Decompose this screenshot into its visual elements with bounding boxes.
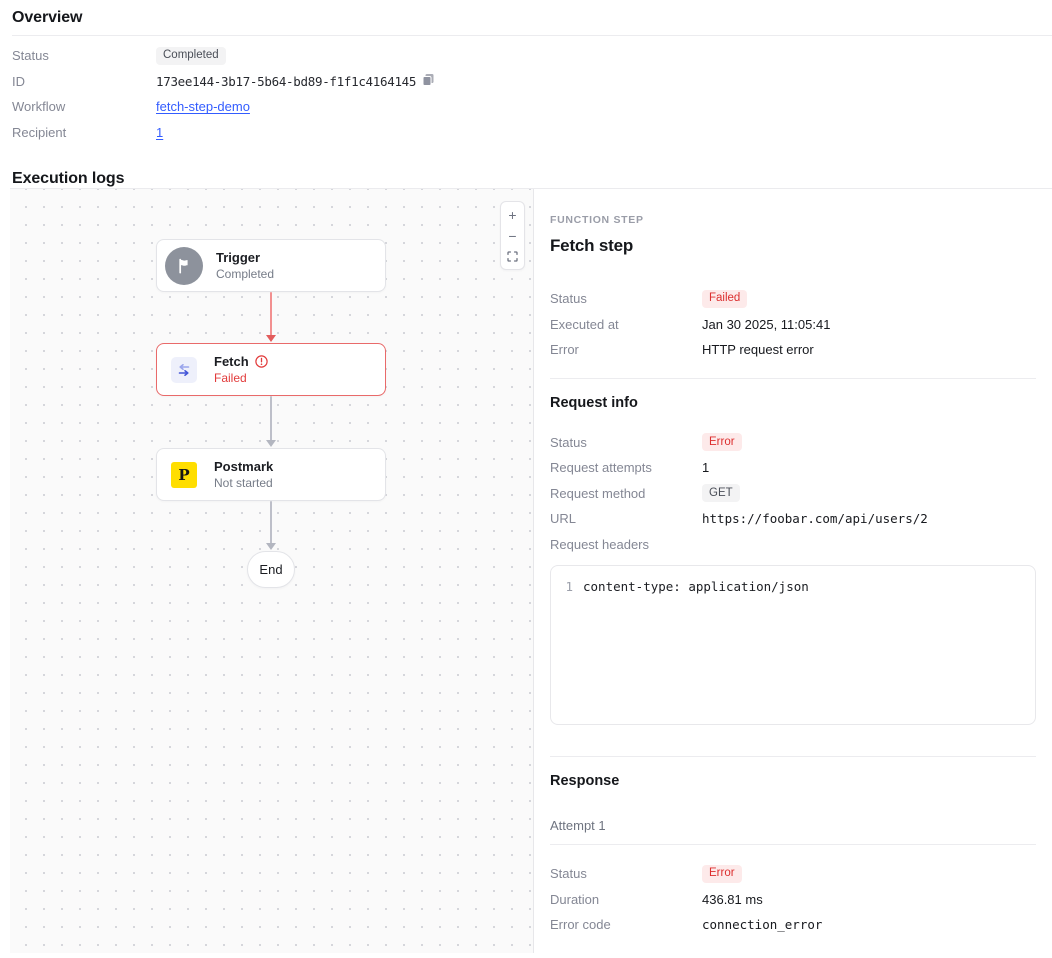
fullscreen-icon [507, 251, 518, 262]
node-postmark-title: Postmark [214, 459, 273, 475]
overview-recipient-row: Recipient 1 [12, 120, 1052, 146]
step-status-badge: Failed [702, 290, 747, 308]
code-line-number: 1 [563, 579, 573, 595]
status-label: Status [12, 48, 156, 63]
executed-at-row: Executed at Jan 30 2025, 11:05:41 [550, 312, 1036, 338]
request-headers-label: Request headers [550, 537, 702, 552]
edge-trigger-to-fetch [270, 292, 272, 342]
error-row: Error HTTP request error [550, 337, 1036, 363]
overview-divider [12, 35, 1052, 36]
zoom-in-button[interactable]: + [502, 204, 523, 225]
divider [550, 378, 1036, 379]
request-url-value: https://foobar.com/api/users/2 [702, 511, 928, 526]
response-title: Response [550, 773, 1036, 789]
overview-section: Overview Status Completed ID 173ee144-3b… [0, 0, 1052, 145]
node-end: End [247, 551, 295, 588]
error-label: Error [550, 342, 702, 357]
overview-title: Overview [12, 9, 1052, 27]
step-status-label: Status [550, 291, 702, 306]
request-attempts-row: Request attempts 1 [550, 455, 1036, 481]
attempt-label: Attempt 1 [550, 818, 1036, 845]
fit-view-button[interactable] [502, 246, 523, 267]
request-headers-row: Request headers [550, 532, 1036, 558]
id-label: ID [12, 74, 156, 89]
overview-id-row: ID 173ee144-3b17-5b64-bd89-f1f1c4164145 [12, 69, 1052, 95]
executed-at-value: Jan 30 2025, 11:05:41 [702, 317, 830, 332]
swap-arrows-icon [171, 357, 197, 383]
node-postmark[interactable]: P Postmark Not started [156, 448, 386, 501]
error-value: HTTP request error [702, 342, 814, 357]
overview-workflow-row: Workflow fetch-step-demo [12, 94, 1052, 120]
request-method-badge: GET [702, 484, 740, 502]
execution-logs-panel: Trigger Completed Fetch Failed [10, 188, 1052, 953]
execution-logs-title: Execution logs [0, 153, 1052, 188]
diagram-zoom-controls: + − [500, 201, 525, 270]
step-status-row: Status Failed [550, 286, 1036, 312]
recipient-link[interactable]: 1 [156, 125, 163, 140]
overview-status-row: Status Completed [12, 43, 1052, 69]
edge-postmark-to-end [270, 501, 272, 550]
request-url-label: URL [550, 511, 702, 526]
request-method-label: Request method [550, 486, 702, 501]
request-url-row: URL https://foobar.com/api/users/2 [550, 506, 1036, 532]
error-code-label: Error code [550, 917, 702, 932]
duration-row: Duration 436.81 ms [550, 887, 1036, 913]
copy-icon [422, 73, 435, 89]
request-method-row: Request method GET [550, 481, 1036, 507]
duration-label: Duration [550, 892, 702, 907]
step-details-panel: FUNCTION STEP Fetch step Status Failed E… [534, 189, 1052, 953]
node-fetch-title: Fetch [214, 354, 249, 370]
request-status-badge: Error [702, 433, 742, 451]
workflow-label: Workflow [12, 99, 156, 114]
workflow-link[interactable]: fetch-step-demo [156, 99, 250, 114]
request-status-label: Status [550, 435, 702, 450]
postmark-logo-icon: P [171, 462, 197, 488]
request-attempts-value: 1 [702, 460, 709, 475]
executed-at-label: Executed at [550, 317, 702, 332]
step-type-kicker: FUNCTION STEP [550, 214, 1036, 226]
node-trigger-status: Completed [216, 267, 274, 282]
request-status-row: Status Error [550, 430, 1036, 456]
flag-icon [165, 247, 203, 285]
node-trigger[interactable]: Trigger Completed [156, 239, 386, 292]
recipient-label: Recipient [12, 125, 156, 140]
response-status-row: Status Error [550, 861, 1036, 887]
step-title: Fetch step [550, 236, 1036, 256]
transaction-id: 173ee144-3b17-5b64-bd89-f1f1c4164145 [156, 74, 416, 89]
node-postmark-status: Not started [214, 476, 273, 491]
status-badge: Completed [156, 47, 226, 65]
duration-value: 436.81 ms [702, 892, 763, 907]
code-line-text: content-type: application/json [583, 579, 809, 595]
response-status-label: Status [550, 866, 702, 881]
request-attempts-label: Request attempts [550, 460, 702, 475]
error-code-value: connection_error [702, 917, 822, 932]
error-alert-icon [255, 355, 268, 368]
node-fetch-status: Failed [214, 371, 268, 386]
response-status-badge: Error [702, 865, 742, 883]
copy-id-button[interactable] [422, 73, 435, 89]
request-info-title: Request info [550, 395, 1036, 411]
edge-fetch-to-postmark [270, 396, 272, 447]
node-fetch[interactable]: Fetch Failed [156, 343, 386, 396]
request-headers-code-viewer: 1 content-type: application/json [550, 565, 1036, 725]
workflow-diagram-canvas[interactable]: Trigger Completed Fetch Failed [10, 189, 534, 953]
error-code-row: Error code connection_error [550, 912, 1036, 938]
zoom-out-button[interactable]: − [502, 225, 523, 246]
divider [550, 756, 1036, 757]
node-trigger-title: Trigger [216, 250, 274, 266]
